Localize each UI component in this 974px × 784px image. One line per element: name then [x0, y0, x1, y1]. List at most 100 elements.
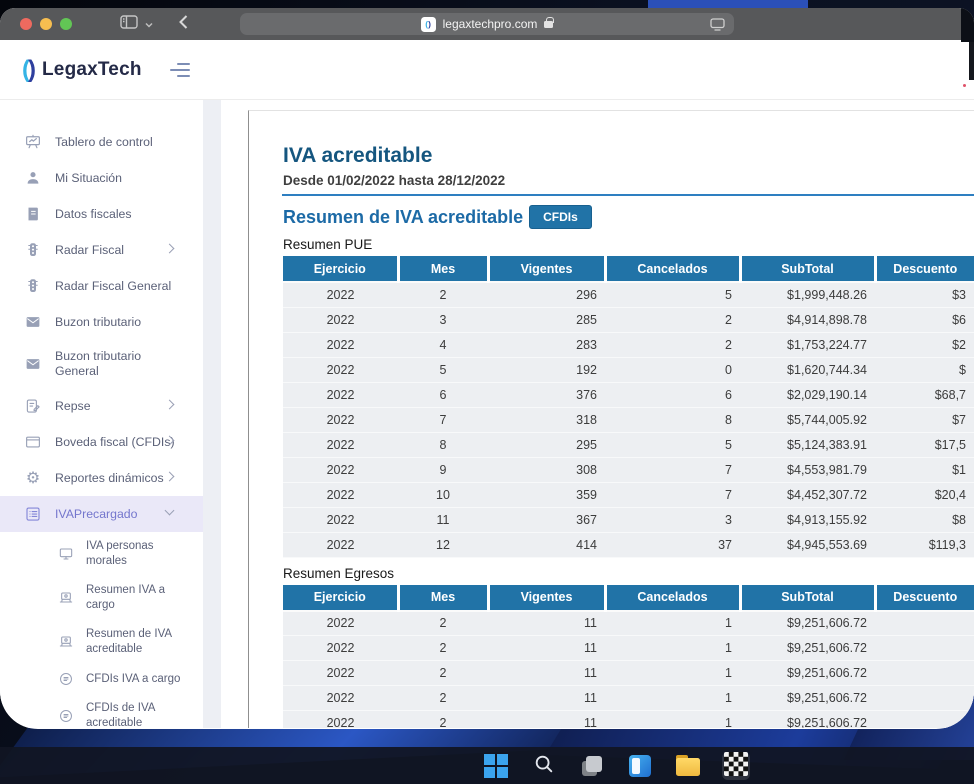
display-icon[interactable]: [710, 18, 725, 36]
column-header: Vigentes: [488, 585, 605, 611]
checkered-app-button[interactable]: [722, 752, 750, 780]
sidebar-item-iva-personas-morales[interactable]: IVA personas morales: [0, 532, 203, 576]
sidebar-item-buzon-tributario-general[interactable]: Buzon tributario General: [0, 340, 203, 388]
menu-toggle-icon[interactable]: [170, 63, 190, 77]
sidebar-item-buzon-tributario[interactable]: Buzon tributario: [0, 304, 203, 340]
table-cell: $5,744,005.92: [740, 407, 875, 432]
user-icon: [24, 169, 42, 187]
table-cell: $3: [875, 282, 974, 307]
table-cell: 8: [605, 407, 740, 432]
table-cell: 308: [488, 457, 605, 482]
sidebar-scrollbar-track[interactable]: [203, 100, 221, 728]
column-header: Descuento: [875, 256, 974, 282]
cfdis-button[interactable]: CFDIs: [529, 205, 592, 229]
search-icon: [533, 753, 555, 780]
sidebar-item-label: Mi Situación: [55, 171, 122, 186]
table-cell: $20,4: [875, 482, 974, 507]
table-cell: 2022: [283, 711, 398, 729]
table-cell: 2022: [283, 357, 398, 382]
chevron-right-icon: [165, 244, 175, 254]
table-cell: $9,251,606.72: [740, 661, 875, 686]
sidebar-item-label: Buzon tributario: [55, 315, 141, 330]
sidebar-toggle-icon[interactable]: [120, 15, 138, 34]
sidebar-item-boveda-fiscal[interactable]: Boveda fiscal (CFDIs): [0, 424, 203, 460]
column-header: Descuento: [875, 585, 974, 611]
page-title: IVA acreditable: [283, 145, 974, 167]
table-cell: 1: [605, 611, 740, 636]
table-cell: $9,251,606.72: [740, 686, 875, 711]
start-button[interactable]: [482, 752, 510, 780]
table-cell: 2: [398, 282, 488, 307]
sidebar-item-resumen-iva-a-cargo[interactable]: Resumen IVA a cargo: [0, 576, 203, 620]
column-header: Ejercicio: [283, 256, 398, 282]
sidebar-item-resumen-de-iva-acreditable[interactable]: Resumen de IVA acreditable: [0, 620, 203, 664]
table-cell: 376: [488, 382, 605, 407]
column-header: SubTotal: [740, 256, 875, 282]
folder-icon: [676, 758, 700, 777]
screen-edge-artifact: [969, 42, 974, 80]
table-cell: [875, 711, 974, 729]
close-window-button[interactable]: [20, 18, 32, 30]
screen-edge-artifact: [963, 84, 966, 87]
minimize-window-button[interactable]: [40, 18, 52, 30]
logo-mark-icon: (): [22, 56, 34, 84]
box-icon: [24, 433, 42, 451]
sidebar-item-mi-situacion[interactable]: Mi Situación: [0, 160, 203, 196]
url-text: legaxtechpro.com: [443, 17, 538, 31]
table-cell: 2022: [283, 432, 398, 457]
table-cell: 6: [398, 382, 488, 407]
table-row: 20222111$9,251,606.72: [283, 661, 974, 686]
main-content: IVA acreditable Desde 01/02/2022 hasta 2…: [221, 100, 974, 728]
back-button[interactable]: [179, 15, 188, 34]
task-view-button[interactable]: [578, 752, 606, 780]
sidebar-item-datos-fiscales[interactable]: Datos fiscales: [0, 196, 203, 232]
table-row: 202222965$1,999,448.26$3: [283, 282, 974, 307]
checkerboard-icon: [724, 752, 748, 781]
circle-list-icon: [58, 671, 74, 687]
widgets-button[interactable]: [626, 752, 654, 780]
sidebar-item-radar-fiscal[interactable]: Radar Fiscal: [0, 232, 203, 268]
table-row: 20222111$9,251,606.72: [283, 636, 974, 661]
table-cell: 318: [488, 407, 605, 432]
sidebar-item-radar-fiscal-general[interactable]: Radar Fiscal General: [0, 268, 203, 304]
table-cell: 2022: [283, 332, 398, 357]
file-explorer-button[interactable]: [674, 752, 702, 780]
table-cell: 11: [488, 611, 605, 636]
table-cell: 359: [488, 482, 605, 507]
sidebar-item-cfdis-de-iva-acreditable[interactable]: CFDIs de IVA acreditable: [0, 694, 203, 729]
sidebar-item-repse[interactable]: Repse: [0, 388, 203, 424]
table-row: 202273188$5,744,005.92$7: [283, 407, 974, 432]
desktop: () legaxtechpro.com () LegaxTech: [0, 0, 974, 784]
address-bar[interactable]: () legaxtechpro.com: [240, 13, 734, 35]
chevron-down-icon[interactable]: [145, 15, 153, 33]
table-cell: 192: [488, 357, 605, 382]
traffic-light-icon: [24, 277, 42, 295]
table-row: 2022103597$4,452,307.72$20,4: [283, 482, 974, 507]
table-cell: 2022: [283, 282, 398, 307]
table-cell: 2: [605, 332, 740, 357]
sidebar-item-tablero-de-control[interactable]: Tablero de control: [0, 124, 203, 160]
sidebar-item-reportes-dinamicos[interactable]: ⚙ Reportes dinámicos: [0, 460, 203, 496]
table-cell: 295: [488, 432, 605, 457]
zoom-window-button[interactable]: [60, 18, 72, 30]
window-controls: [20, 18, 72, 30]
table-cell: 1: [605, 686, 740, 711]
table-title-pue: Resumen PUE: [283, 237, 974, 252]
table-cell: 10: [398, 482, 488, 507]
table-cell: 11: [398, 507, 488, 532]
table-row: 202242832$1,753,224.77$2: [283, 332, 974, 357]
sidebar-item-label: Tablero de control: [55, 135, 153, 150]
taskbar-search-button[interactable]: [530, 752, 558, 780]
sidebar-item-cfdis-iva-a-cargo[interactable]: CFDIs IVA a cargo: [0, 664, 203, 694]
dashboard-icon: [24, 133, 42, 151]
table-cell: 296: [488, 282, 605, 307]
legaxtech-logo[interactable]: () LegaxTech: [22, 56, 142, 84]
egresos-table: EjercicioMesVigentesCanceladosSubTotalDe…: [283, 585, 974, 729]
table-cell: 11: [488, 686, 605, 711]
table-cell: $4,452,307.72: [740, 482, 875, 507]
table-cell: 2: [605, 307, 740, 332]
table-cell: 2022: [283, 407, 398, 432]
table-cell: $4,553,981.79: [740, 457, 875, 482]
table-cell: 2022: [283, 482, 398, 507]
sidebar-item-ivaprecargado[interactable]: IVAPrecargado: [0, 496, 203, 532]
